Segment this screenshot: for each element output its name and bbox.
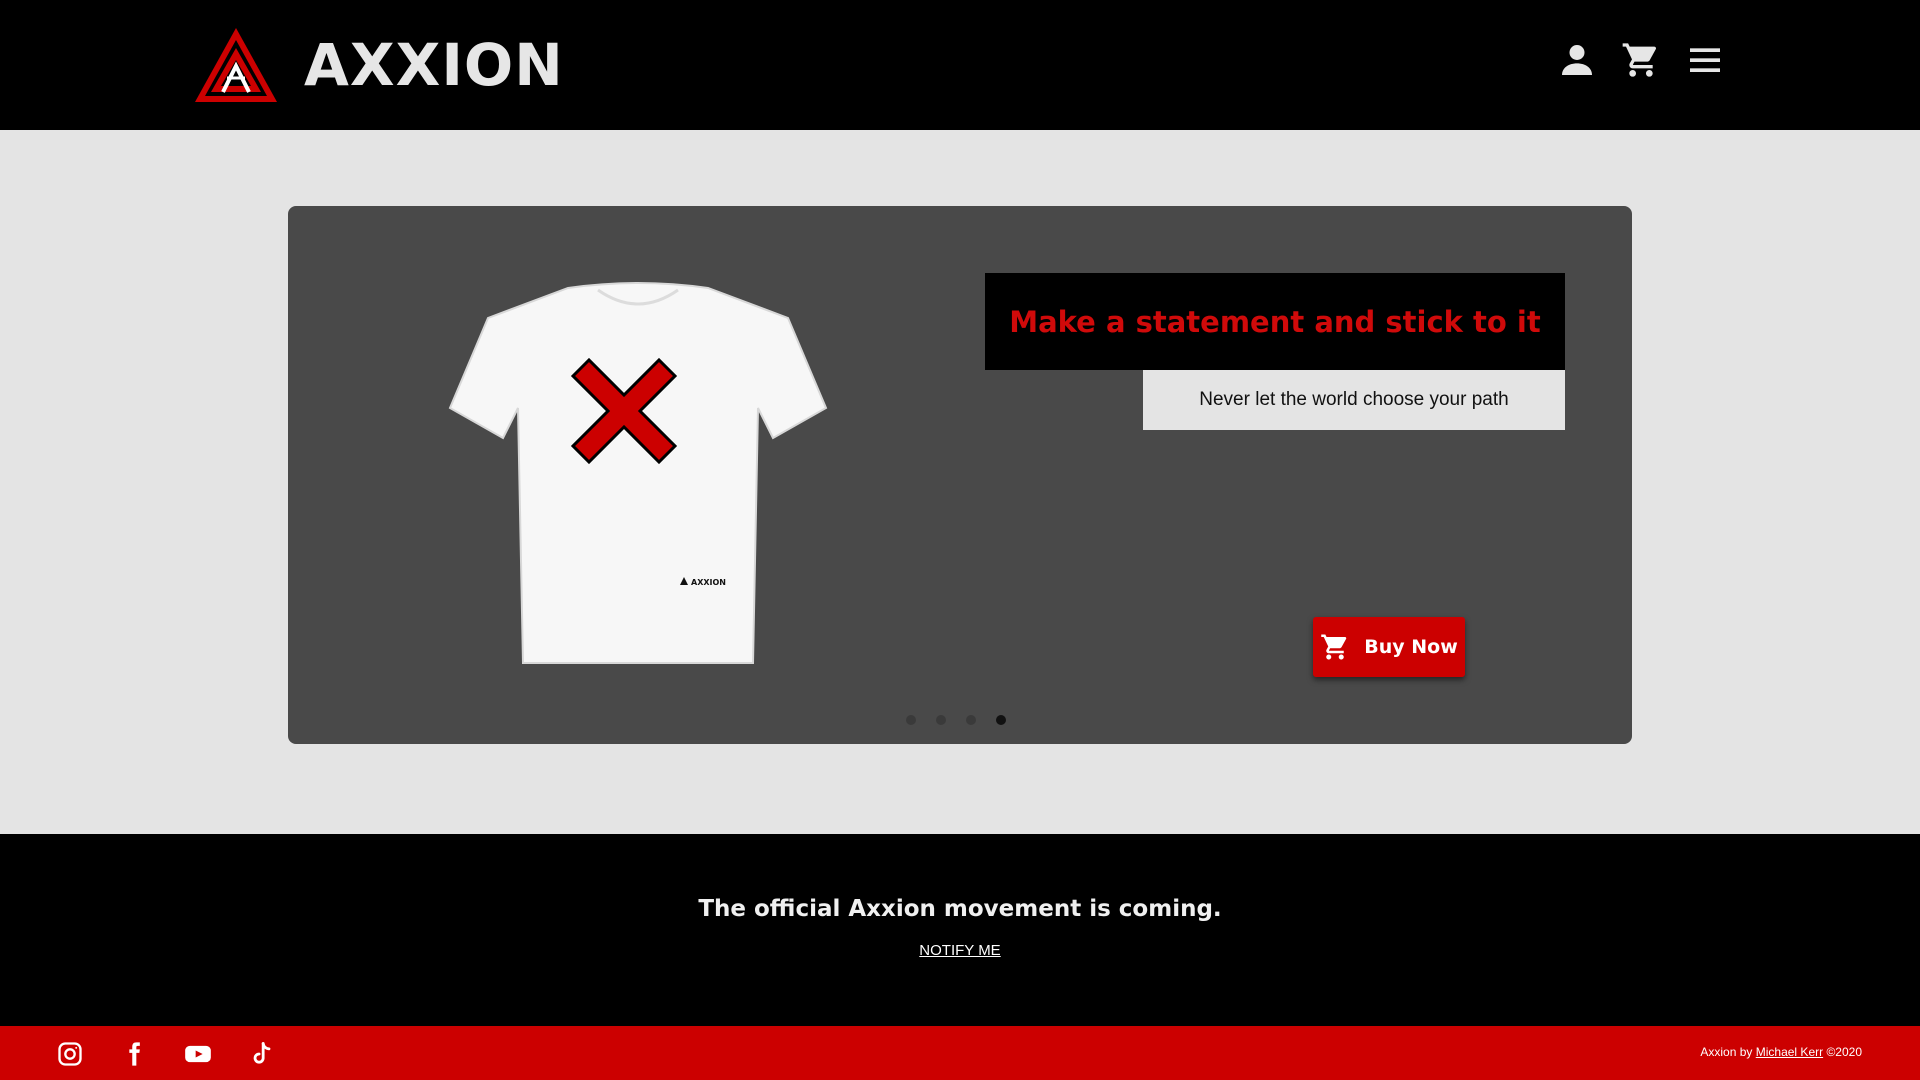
axxion-logo-icon [195,28,277,102]
credit-year: ©2020 [1826,1045,1862,1059]
hero-headline: Make a statement and stick to it [1009,304,1541,339]
hero-subheadline-box: Never let the world choose your path [1143,370,1565,430]
footer-credit: Axxion by Michael Kerr ©2020 [1700,1045,1862,1059]
notify-title: The official Axxion movement is coming. [698,896,1222,922]
cart-icon[interactable] [1621,40,1661,80]
menu-icon[interactable] [1685,40,1725,80]
svg-text:AXXION: AXXION [691,578,726,587]
brand-name: AXXION [304,31,564,99]
youtube-icon[interactable] [184,1040,212,1068]
tshirt-product-image: AXXION [448,282,828,664]
brand-home-link[interactable]: AXXION [193,26,564,104]
carousel-dot-4[interactable] [996,715,1006,725]
facebook-icon[interactable] [120,1040,148,1068]
carousel-dot-1[interactable] [906,715,916,725]
social-links [56,1040,276,1068]
tiktok-icon[interactable] [248,1040,276,1068]
hero-headline-box: Make a statement and stick to it [985,273,1565,370]
header-actions [1557,40,1725,80]
carousel-indicators [906,715,1006,725]
main-content: AXXION Make a statement and stick to it … [0,130,1920,834]
site-header: AXXION [0,0,1920,130]
account-icon[interactable] [1557,40,1597,80]
site-footer: Axxion by Michael Kerr ©2020 [0,1026,1920,1080]
cart-icon [1321,634,1347,660]
credit-author-link[interactable]: Michael Kerr [1756,1045,1823,1059]
notify-section: The official Axxion movement is coming. … [0,834,1920,1026]
buy-now-button[interactable]: Buy Now [1313,617,1465,677]
buy-now-label: Buy Now [1364,636,1458,658]
instagram-icon[interactable] [56,1040,84,1068]
credit-prefix: Axxion by [1700,1045,1753,1059]
carousel-dot-2[interactable] [936,715,946,725]
carousel-dot-3[interactable] [966,715,976,725]
hero-carousel: AXXION Make a statement and stick to it … [288,206,1632,744]
notify-me-link[interactable]: NOTIFY ME [919,942,1000,959]
hero-subheadline: Never let the world choose your path [1199,389,1509,410]
